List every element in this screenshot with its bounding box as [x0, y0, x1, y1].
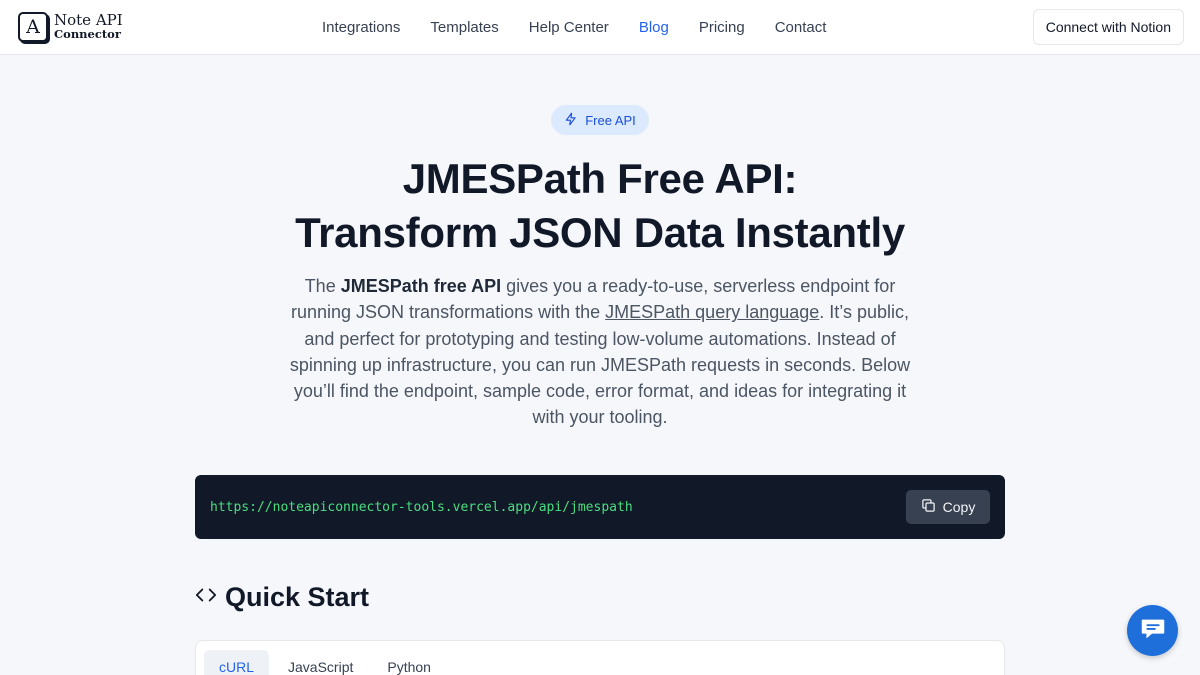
code-brackets-icon — [195, 584, 217, 611]
endpoint-code-block: https://noteapiconnector-tools.vercel.ap… — [195, 475, 1005, 539]
page-title: JMESPath Free API: Transform JSON Data I… — [0, 152, 1200, 260]
copy-label: Copy — [942, 499, 976, 515]
nav-link-blog[interactable]: Blog — [639, 19, 669, 36]
site-header: A Note API Connector Integrations Templa… — [0, 0, 1200, 55]
copy-icon — [921, 498, 936, 516]
title-line-1: JMESPath Free API: — [402, 155, 798, 202]
code-tabs: cURL JavaScript Python — [204, 650, 450, 675]
jmespath-docs-link[interactable]: JMESPath query language — [605, 302, 819, 322]
chat-bubble-icon — [1138, 613, 1168, 648]
copy-button[interactable]: Copy — [906, 490, 990, 524]
tab-python[interactable]: Python — [372, 650, 446, 675]
brand-logo[interactable]: A Note API Connector — [18, 12, 123, 42]
connect-notion-button[interactable]: Connect with Notion — [1032, 9, 1184, 45]
quick-start-heading: Quick Start — [195, 582, 369, 613]
free-api-badge: Free API — [551, 105, 649, 135]
brand-subname: Connector — [54, 27, 121, 42]
intro-paragraph: The JMESPath free API gives you a ready-… — [289, 276, 911, 428]
tab-javascript[interactable]: JavaScript — [273, 650, 368, 675]
nav-link-contact[interactable]: Contact — [775, 19, 827, 36]
nav-link-templates[interactable]: Templates — [430, 19, 498, 36]
nav-link-pricing[interactable]: Pricing — [699, 19, 745, 36]
badge-label: Free API — [585, 112, 636, 128]
bolt-icon — [564, 112, 578, 129]
code-tabs-card: cURL JavaScript Python — [195, 640, 1005, 675]
nav-link-integrations[interactable]: Integrations — [322, 19, 400, 36]
brand-name: Note API — [54, 11, 123, 30]
main-nav: Integrations Templates Help Center Blog … — [322, 0, 826, 55]
tab-curl[interactable]: cURL — [204, 650, 270, 675]
logo-mark-icon: A — [18, 12, 48, 42]
endpoint-url[interactable]: https://noteapiconnector-tools.vercel.ap… — [210, 475, 633, 539]
chat-widget-button[interactable] — [1127, 605, 1178, 656]
quick-start-title: Quick Start — [225, 582, 370, 612]
title-line-2: Transform JSON Data Instantly — [295, 209, 905, 256]
intro-bold: JMESPath free API — [340, 276, 502, 296]
nav-link-help-center[interactable]: Help Center — [529, 19, 609, 36]
